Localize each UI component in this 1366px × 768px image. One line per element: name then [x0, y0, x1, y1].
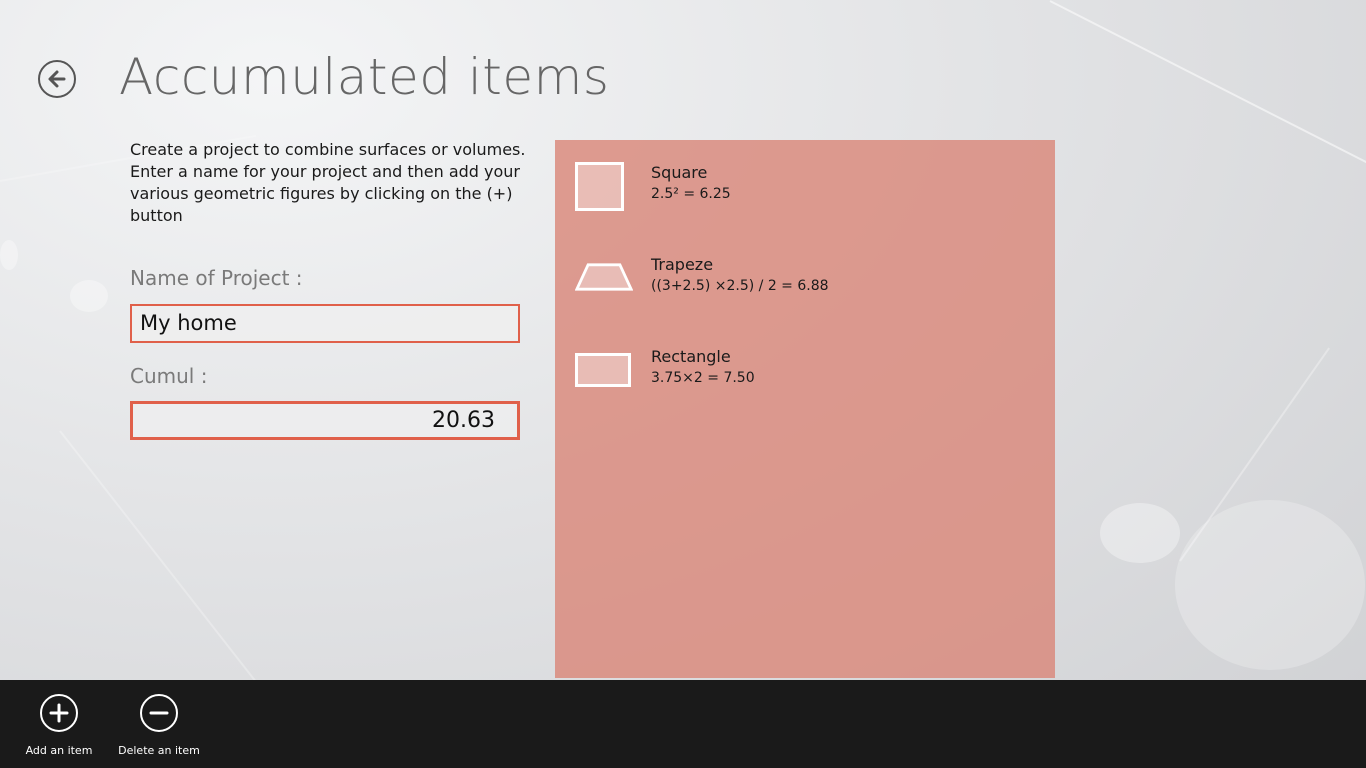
trapeze-icon — [575, 263, 633, 291]
item-formula: 2.5² = 6.25 — [651, 186, 731, 202]
square-icon — [575, 162, 624, 211]
back-button[interactable] — [38, 60, 76, 98]
back-arrow-icon — [48, 70, 66, 88]
page-title: Accumulated items — [119, 48, 610, 106]
plus-icon — [49, 703, 69, 723]
list-item-rectangle[interactable]: Rectangle 3.75×2 = 7.50 — [575, 346, 755, 388]
app-bar: Add an item Delete an item — [0, 680, 1366, 768]
project-name-input[interactable]: My home — [130, 304, 520, 343]
item-formula: 3.75×2 = 7.50 — [651, 370, 755, 386]
delete-item-label: Delete an item — [118, 744, 200, 757]
cumul-label: Cumul : — [130, 364, 208, 388]
item-formula: ((3+2.5) ×2.5) / 2 = 6.88 — [651, 278, 829, 294]
delete-item-button[interactable]: Delete an item — [109, 694, 209, 757]
list-item-trapeze[interactable]: Trapeze ((3+2.5) ×2.5) / 2 = 6.88 — [575, 254, 829, 296]
item-name: Square — [651, 163, 708, 182]
project-name-label: Name of Project : — [130, 266, 303, 290]
list-item-square[interactable]: Square 2.5² = 6.25 — [575, 162, 731, 212]
add-item-button[interactable]: Add an item — [9, 694, 109, 757]
add-item-label: Add an item — [25, 744, 93, 757]
item-name: Trapeze — [651, 255, 714, 274]
rectangle-icon — [575, 353, 631, 387]
intro-text: Create a project to combine surfaces or … — [130, 140, 526, 225]
minus-icon — [149, 711, 169, 715]
cumul-field: 20.63 — [130, 401, 520, 440]
items-list: Square 2.5² = 6.25 Trapeze ((3+2.5) ×2.5… — [555, 140, 1055, 678]
item-name: Rectangle — [651, 347, 731, 366]
